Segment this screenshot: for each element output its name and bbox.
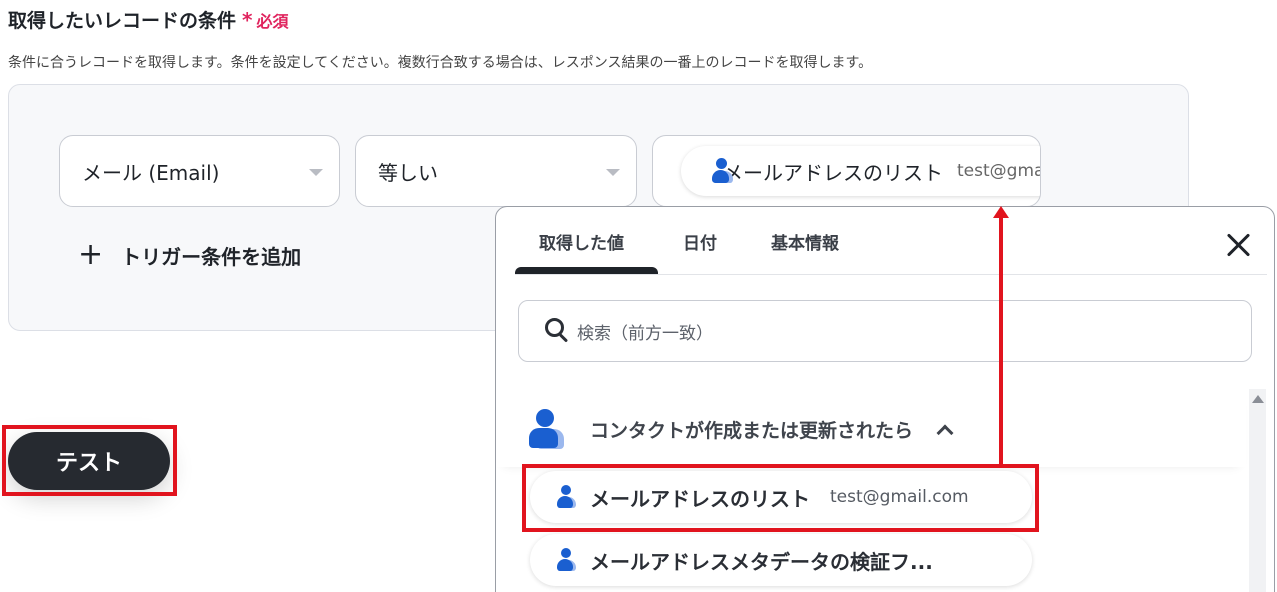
chevron-down-icon	[309, 169, 323, 176]
annotation-arrow	[999, 214, 1003, 466]
search-placeholder: 検索（前方一致）	[577, 323, 713, 344]
operator-select[interactable]: 等しい	[355, 135, 637, 207]
chevron-down-icon	[606, 169, 620, 176]
test-button-highlight	[2, 425, 177, 496]
required-mark: *	[242, 7, 253, 32]
required-label: 必須	[256, 11, 289, 31]
operator-select-value: 等しい	[378, 160, 438, 185]
add-condition-label: トリガー条件を追加	[121, 244, 302, 269]
tab-basic-info[interactable]: 基本情報	[771, 229, 839, 254]
section-title: 取得したいレコードの条件 * 必須	[8, 6, 289, 33]
person-icon	[528, 409, 564, 449]
list-item[interactable]: メールアドレスメタデータの検証フ...	[530, 534, 1032, 586]
value-chip[interactable]: メールアドレスのリスト test@gmail.com	[681, 146, 1040, 196]
field-select[interactable]: メール (Email)	[59, 135, 340, 207]
value-chip-value: test@gmail.com	[957, 161, 1040, 181]
arrow-up-icon	[993, 206, 1009, 218]
field-select-value: メール (Email)	[82, 160, 220, 185]
person-icon	[556, 548, 576, 572]
group-header[interactable]: コンタクトが作成または更新されたら	[496, 391, 1246, 467]
close-icon[interactable]	[1226, 233, 1250, 257]
list-item-label: メールアドレスメタデータの検証フ...	[590, 549, 933, 574]
value-input[interactable]: メールアドレスのリスト test@gmail.com	[652, 135, 1041, 207]
value-picker-popup: 取得した値 日付 基本情報 検索（前方一致） コンタクトが作成または更新されたら…	[495, 206, 1275, 592]
add-condition-button[interactable]: + トリガー条件を追加	[78, 240, 301, 270]
search-icon	[545, 318, 571, 344]
section-description: 条件に合うレコードを取得します。条件を設定してください。複数行合致する場合は、レ…	[8, 55, 873, 71]
value-chip-label: メールアドレスのリスト	[723, 160, 943, 185]
active-tab-indicator	[515, 267, 658, 274]
scrollbar[interactable]	[1249, 389, 1266, 592]
group-label: コンタクトが作成または更新されたら	[590, 419, 914, 442]
tab-divider	[515, 274, 1267, 275]
scroll-up-arrow-icon[interactable]	[1252, 395, 1264, 403]
plus-icon: +	[78, 237, 104, 272]
chevron-up-icon[interactable]	[936, 424, 954, 442]
section-title-text: 取得したいレコードの条件	[8, 10, 237, 32]
tab-acquired-values[interactable]: 取得した値	[539, 229, 624, 254]
search-input[interactable]: 検索（前方一致）	[518, 300, 1252, 362]
tab-date[interactable]: 日付	[683, 229, 717, 254]
item-highlight	[522, 464, 1039, 532]
